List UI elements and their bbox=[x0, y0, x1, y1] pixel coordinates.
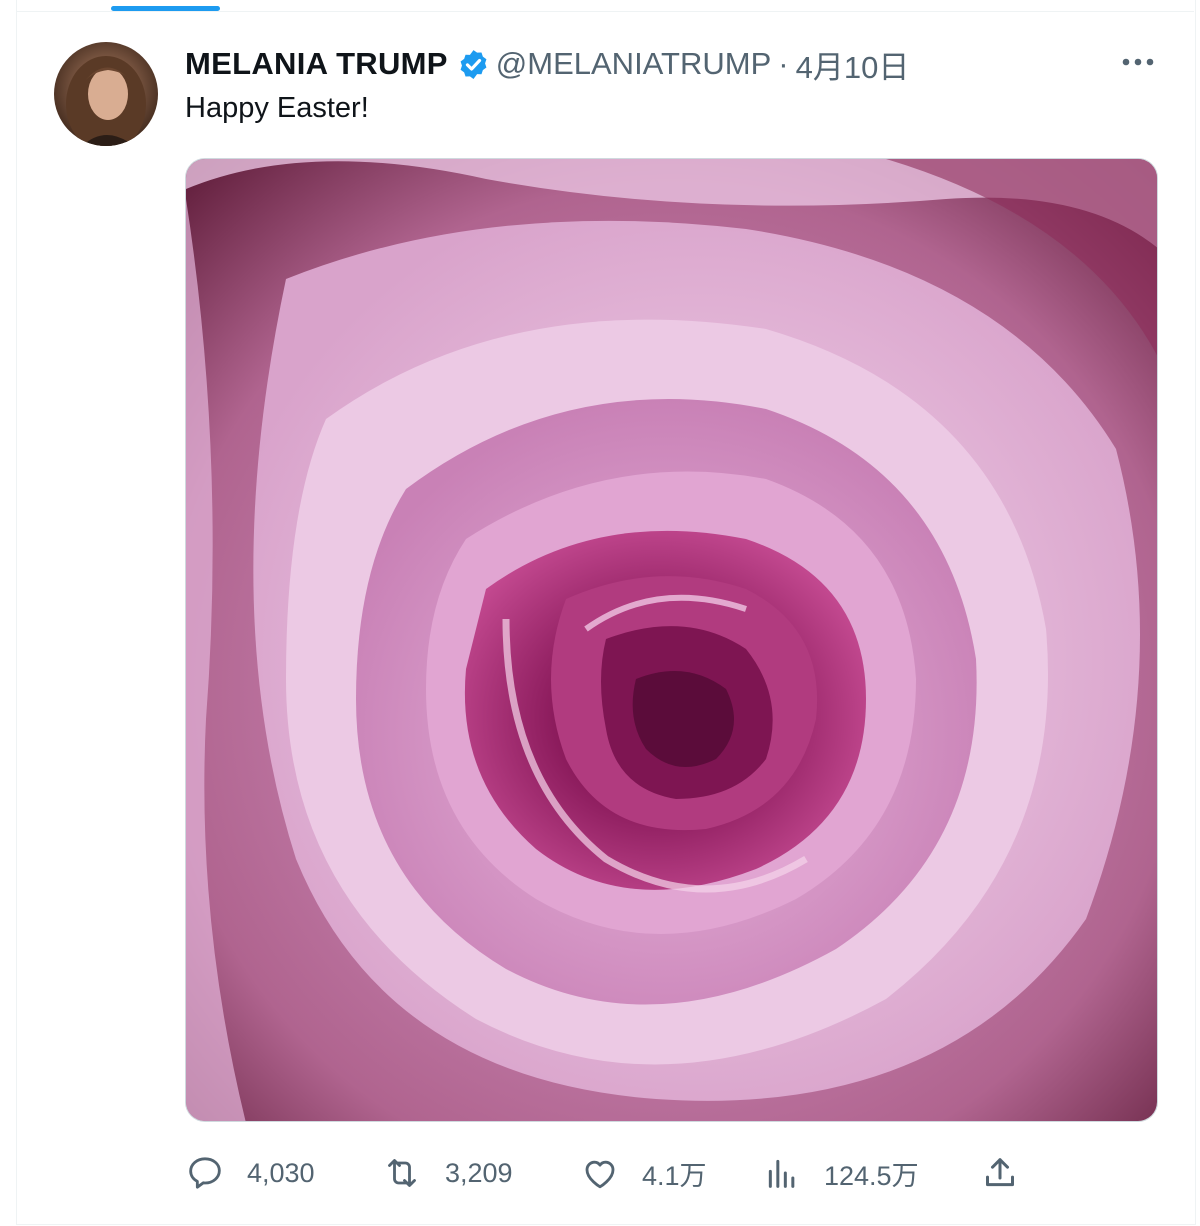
like-count: 4.1万 bbox=[642, 1160, 707, 1191]
verified-badge-icon bbox=[457, 48, 490, 81]
share-icon bbox=[986, 1158, 1014, 1187]
tweet-header: MELANIA TRUMP @MELANIATRUMP · 4月10日 bbox=[185, 42, 910, 87]
retweet-icon bbox=[388, 1159, 416, 1187]
tweet-date[interactable]: 4月10日 bbox=[796, 42, 910, 87]
divider bbox=[16, 11, 1194, 12]
retweet-button[interactable]: 3,209 bbox=[381, 1148, 513, 1198]
like-icon bbox=[585, 1160, 615, 1189]
tweet-text: Happy Easter! bbox=[185, 92, 369, 124]
avatar-image bbox=[54, 42, 158, 146]
retweet-count: 3,209 bbox=[445, 1157, 513, 1188]
author-handle[interactable]: @MELANIATRUMP bbox=[496, 46, 771, 82]
avatar[interactable] bbox=[54, 42, 158, 146]
tweet-actions: 4,030 3,209 4.1万 124.5万 bbox=[185, 1148, 1035, 1198]
share-button[interactable] bbox=[980, 1148, 1020, 1198]
header-separator: · bbox=[778, 46, 789, 81]
reply-icon bbox=[189, 1157, 221, 1189]
like-button[interactable]: 4.1万 bbox=[580, 1148, 707, 1198]
views-button[interactable]: 124.5万 bbox=[762, 1148, 919, 1198]
views-count: 124.5万 bbox=[824, 1160, 919, 1191]
more-icon bbox=[1122, 58, 1154, 66]
reply-count: 4,030 bbox=[247, 1157, 315, 1188]
reply-button[interactable]: 4,030 bbox=[185, 1148, 315, 1198]
more-button[interactable] bbox=[1116, 47, 1160, 77]
views-icon bbox=[768, 1159, 795, 1188]
author-name[interactable]: MELANIA TRUMP bbox=[185, 46, 448, 82]
rose-photo bbox=[186, 159, 1157, 1121]
active-tab-indicator bbox=[111, 6, 220, 11]
tweet-photo[interactable] bbox=[185, 158, 1158, 1122]
